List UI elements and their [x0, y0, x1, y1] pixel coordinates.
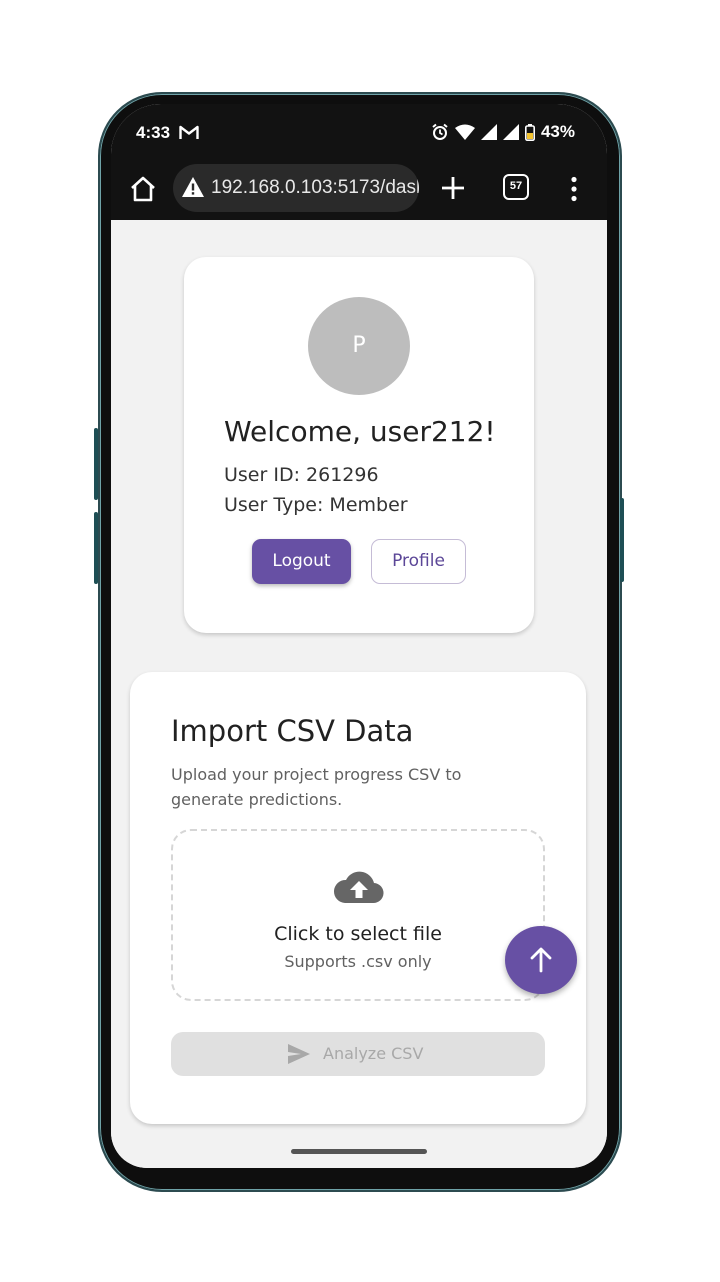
status-time: 4:33 [136, 123, 171, 142]
side-button [620, 498, 624, 582]
avatar: P [308, 297, 410, 395]
user-card: P Welcome, user212! User ID: 261296 User… [184, 257, 534, 633]
home-indicator[interactable] [291, 1149, 427, 1154]
battery-icon [524, 123, 535, 141]
status-indicators: 43% [431, 122, 575, 142]
signal-icon [480, 124, 497, 140]
not-secure-warning-icon[interactable] [181, 176, 205, 198]
signal-icon-2 [502, 124, 519, 140]
user-id-text: User ID: 261296 [224, 464, 379, 486]
welcome-heading: Welcome, user212! [224, 415, 496, 448]
address-bar[interactable]: 192.168.0.103:5173/dashboard [173, 164, 419, 212]
analyze-csv-label: Analyze CSV [323, 1044, 424, 1063]
file-dropzone[interactable]: Click to select file Supports .csv only [171, 829, 545, 1001]
phone-screen: 4:33 43% 192.168.0.103:5173/das 57 P Wel… [111, 104, 607, 1168]
wifi-icon [454, 124, 475, 140]
user-type-text: User Type: Member [224, 494, 408, 516]
csv-card-description: Upload your project progress CSV to gene… [171, 765, 462, 809]
new-tab-icon[interactable] [439, 174, 467, 202]
url-text[interactable]: 192.168.0.103:5173/dashboard [211, 177, 419, 199]
logout-button[interactable]: Logout [252, 539, 351, 584]
analyze-csv-button[interactable]: Analyze CSV [171, 1032, 545, 1076]
csv-import-card: Import CSV Data Upload your project prog… [130, 672, 586, 1124]
status-bar: 4:33 43% [111, 104, 607, 162]
tab-switcher-button[interactable]: 57 [503, 174, 529, 200]
alarm-icon [432, 123, 448, 140]
browser-toolbar: 192.168.0.103:5173/dashboard 57 [111, 162, 607, 220]
arrow-up-icon [530, 947, 552, 973]
dropzone-subtitle: Supports .csv only [284, 952, 432, 971]
gmail-icon [179, 125, 199, 139]
send-icon [288, 1044, 310, 1064]
side-button [94, 428, 98, 500]
home-icon[interactable] [128, 174, 158, 204]
more-menu-icon[interactable] [569, 176, 579, 202]
profile-button[interactable]: Profile [371, 539, 466, 584]
dashboard-page: P Welcome, user212! User ID: 261296 User… [111, 220, 607, 1168]
csv-card-title: Import CSV Data [171, 714, 414, 748]
cloud-upload-icon [333, 871, 384, 904]
battery-percent: 43% [540, 122, 575, 141]
dropzone-title: Click to select file [274, 923, 442, 945]
side-button [94, 512, 98, 584]
scroll-to-top-button[interactable] [505, 926, 577, 994]
